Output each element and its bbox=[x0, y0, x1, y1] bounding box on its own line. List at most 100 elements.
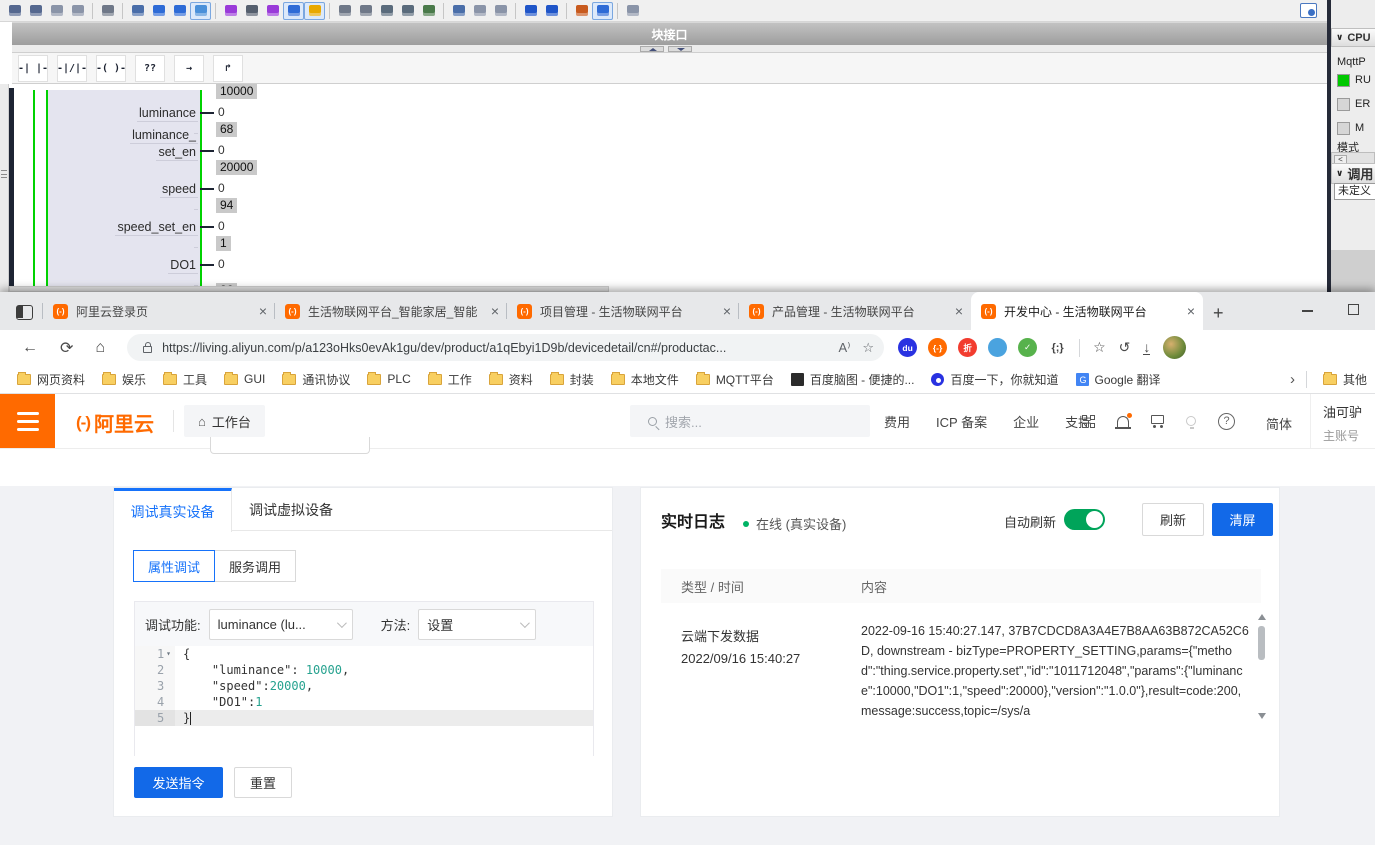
home-icon[interactable]: ⌂ bbox=[95, 339, 105, 357]
scroll-down-icon[interactable] bbox=[1258, 713, 1266, 719]
split-vertical-icon[interactable] bbox=[169, 2, 190, 20]
lock-icon[interactable] bbox=[97, 2, 118, 20]
tab-close-icon[interactable]: × bbox=[1187, 304, 1195, 318]
chevron-down-icon[interactable]: ∨ bbox=[1336, 32, 1343, 43]
favorites-bar-icon[interactable]: ☆ bbox=[1093, 339, 1106, 356]
undo-icon[interactable] bbox=[334, 2, 355, 20]
console-nav-item[interactable]: ICP 备案 bbox=[936, 412, 987, 431]
snapshot-icon[interactable] bbox=[592, 2, 613, 20]
bookmark-item[interactable]: 娱乐 bbox=[102, 371, 146, 388]
zhe-extension-icon[interactable]: 折 bbox=[958, 338, 977, 357]
debug-tab[interactable]: 调试虚拟设备 bbox=[232, 488, 350, 531]
print-icon[interactable] bbox=[622, 2, 643, 20]
browser-tab[interactable]: (-) 生活物联网平台_智能家居_智能 × bbox=[275, 292, 507, 330]
baidu-disk-extension-icon[interactable]: du bbox=[898, 338, 917, 357]
bookmark-item[interactable]: PLC bbox=[367, 372, 410, 386]
bookmark-item[interactable]: 通讯协议 bbox=[282, 371, 350, 388]
block-interface-splitter[interactable] bbox=[12, 45, 1327, 53]
script-extension-icon[interactable]: {;} bbox=[1048, 338, 1067, 357]
tab-close-icon[interactable]: × bbox=[723, 304, 731, 318]
hamburger-menu-icon[interactable] bbox=[0, 394, 55, 448]
clear-screen-button[interactable]: 清屏 bbox=[1212, 503, 1273, 536]
empty-box-icon[interactable]: ?? bbox=[135, 55, 165, 82]
minimize-icon[interactable] bbox=[1302, 310, 1313, 312]
bookmark-item[interactable]: 工具 bbox=[163, 371, 207, 388]
scrollbar-thumb[interactable] bbox=[1258, 626, 1265, 660]
go-online-icon[interactable] bbox=[520, 2, 541, 20]
splitter-collapse-icon[interactable] bbox=[668, 46, 692, 52]
network-overview-icon[interactable] bbox=[283, 2, 304, 20]
code-line[interactable]: 3 ▾ "speed":20000, bbox=[135, 678, 593, 694]
browser-tab[interactable]: (-) 阿里云登录页 × bbox=[43, 292, 275, 330]
split-horizontal-icon[interactable] bbox=[148, 2, 169, 20]
new-tab-button[interactable]: + bbox=[1213, 304, 1224, 322]
lightbulb-icon[interactable] bbox=[1186, 416, 1196, 426]
bookmark-item[interactable]: 封装 bbox=[550, 371, 594, 388]
downloads-icon[interactable]: ↓ bbox=[1143, 341, 1150, 355]
cart-icon[interactable] bbox=[1151, 415, 1164, 424]
bookmark-item[interactable]: 资料 bbox=[489, 371, 533, 388]
debug-function-select[interactable]: luminance (lu... bbox=[209, 609, 353, 640]
workbench-button[interactable]: ⌂ 工作台 bbox=[184, 405, 265, 437]
help-icon[interactable]: ? bbox=[1218, 413, 1235, 430]
send-command-button[interactable]: 发送指令 bbox=[134, 767, 223, 798]
aliyun-logo[interactable]: (-) 阿里云 bbox=[76, 408, 154, 437]
scroll-up-icon[interactable] bbox=[1258, 614, 1266, 620]
block-interface-title[interactable]: 块接口 bbox=[12, 22, 1327, 45]
code-line[interactable]: 1 ▾ { bbox=[135, 646, 593, 662]
history-icon[interactable]: ↺ bbox=[1119, 339, 1131, 356]
align-icon[interactable] bbox=[127, 2, 148, 20]
reset-button[interactable]: 重置 bbox=[234, 767, 292, 798]
reload-icon[interactable]: ⟳ bbox=[60, 338, 73, 358]
call-panel-header[interactable]: ∨ 调用 bbox=[1331, 163, 1375, 184]
cpu-panel-header[interactable]: ∨ CPU bbox=[1331, 28, 1375, 47]
code-line[interactable]: 2 ▾ "luminance": 10000, bbox=[135, 662, 593, 678]
delete-network-icon[interactable] bbox=[25, 2, 46, 20]
scrollbar-grip[interactable] bbox=[1, 170, 7, 178]
adguard-extension-icon[interactable]: ✓ bbox=[1018, 338, 1037, 357]
log-entry-content[interactable]: 2022-09-16 15:40:27.147, 37B7CDCD8A3A4E7… bbox=[861, 621, 1251, 721]
insert-column-icon[interactable] bbox=[469, 2, 490, 20]
bookmark-other-folder[interactable]: 其他 bbox=[1323, 371, 1367, 388]
debug-mode-chip[interactable]: 服务调用 bbox=[214, 550, 296, 582]
apps-icon[interactable] bbox=[1082, 415, 1095, 428]
url-field[interactable]: https://living.aliyun.com/p/a123oHks0evA… bbox=[127, 334, 884, 361]
language-switch[interactable]: 简体 bbox=[1266, 414, 1292, 433]
go-offline-icon[interactable] bbox=[541, 2, 562, 20]
back-icon[interactable]: ← bbox=[22, 339, 38, 357]
favorite-star-icon[interactable]: ☆ bbox=[862, 340, 874, 356]
bookmarks-overflow-icon[interactable]: › bbox=[1290, 371, 1295, 388]
console-nav-item[interactable]: 费用 bbox=[884, 412, 910, 431]
hmi-tag-export-icon[interactable] bbox=[220, 2, 241, 20]
bookmark-item[interactable]: 工作 bbox=[428, 371, 472, 388]
bookmark-item[interactable]: 网页资料 bbox=[17, 371, 85, 388]
bookmark-item[interactable]: Google 翻译 bbox=[1076, 371, 1161, 388]
download-to-device-icon[interactable] bbox=[376, 2, 397, 20]
profile-avatar[interactable] bbox=[1163, 336, 1186, 359]
user-administration-icon[interactable] bbox=[1300, 3, 1317, 18]
log-scrollbar[interactable] bbox=[1257, 614, 1266, 719]
maximize-icon[interactable] bbox=[1348, 304, 1359, 315]
chevron-down-icon[interactable]: ∨ bbox=[1336, 168, 1343, 179]
close-branch-icon[interactable]: ↱ bbox=[213, 55, 243, 82]
read-aloud-icon[interactable]: A⁾ bbox=[839, 340, 851, 356]
compile-icon[interactable] bbox=[418, 2, 439, 20]
tab-close-icon[interactable]: × bbox=[491, 304, 499, 318]
call-environment-value[interactable]: 未定义 bbox=[1334, 183, 1375, 200]
hmi-tag-import-icon[interactable] bbox=[241, 2, 262, 20]
delete-row-icon[interactable] bbox=[490, 2, 511, 20]
bird-extension-icon[interactable] bbox=[988, 338, 1007, 357]
debug-mode-chip[interactable]: 属性调试 bbox=[133, 550, 215, 582]
renumber-all-icon[interactable] bbox=[67, 2, 88, 20]
json-code-editor[interactable]: 1 ▾ { 2 ▾ "lumin bbox=[135, 646, 593, 756]
url-text[interactable]: https://living.aliyun.com/p/a123oHks0evA… bbox=[162, 341, 826, 355]
upload-from-device-icon[interactable] bbox=[397, 2, 418, 20]
debug-tab[interactable]: 调试真实设备 bbox=[114, 488, 232, 532]
console-nav-item[interactable]: 企业 bbox=[1013, 412, 1039, 431]
tab-close-icon[interactable]: × bbox=[955, 304, 963, 318]
comment-icon[interactable] bbox=[190, 2, 211, 20]
browser-tab[interactable]: (-) 产品管理 - 生活物联网平台 × bbox=[739, 292, 971, 330]
editor-left-scrollbar[interactable] bbox=[0, 84, 9, 292]
fold-caret-icon[interactable]: ▾ bbox=[166, 646, 171, 662]
insert-row-icon[interactable] bbox=[448, 2, 469, 20]
